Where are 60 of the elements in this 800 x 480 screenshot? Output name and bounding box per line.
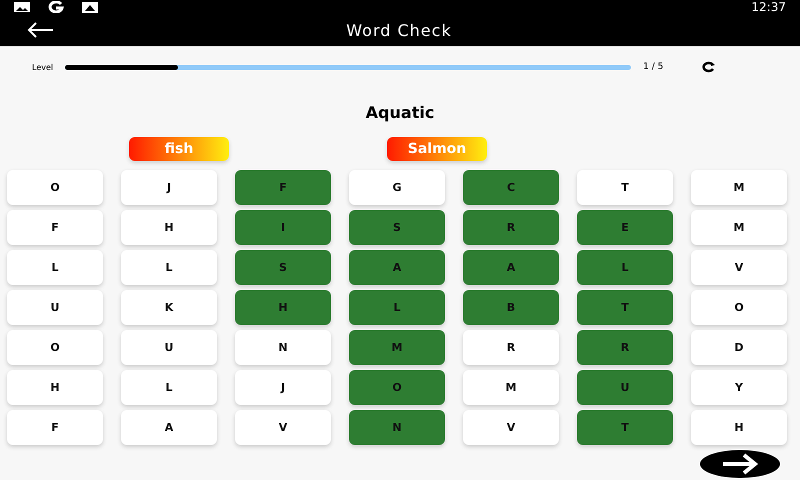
letter-tile[interactable]: U <box>121 330 217 365</box>
right-arrow-icon <box>720 453 760 475</box>
word-tag: fish <box>129 137 229 161</box>
letter-tile[interactable]: R <box>577 330 673 365</box>
level-label: Level <box>32 62 54 72</box>
letter-tile[interactable]: J <box>121 170 217 205</box>
letter-tile[interactable]: T <box>577 290 673 325</box>
letter-tile[interactable]: R <box>463 330 559 365</box>
letter-tile[interactable]: M <box>349 330 445 365</box>
letter-tile[interactable]: M <box>463 370 559 405</box>
letter-tile[interactable]: M <box>691 170 787 205</box>
letter-tile[interactable]: T <box>577 410 673 445</box>
word-tag: Salmon <box>387 137 487 161</box>
screen-title: Word Check <box>345 20 453 40</box>
letter-tile[interactable]: V <box>235 410 331 445</box>
letter-tile[interactable]: L <box>7 250 103 285</box>
letter-tile[interactable]: S <box>349 210 445 245</box>
letter-tile[interactable]: A <box>349 250 445 285</box>
letter-tile[interactable]: K <box>121 290 217 325</box>
letter-tile[interactable]: M <box>691 210 787 245</box>
letter-tile[interactable]: E <box>577 210 673 245</box>
letter-tile[interactable]: C <box>463 170 559 205</box>
letter-tile[interactable]: V <box>691 250 787 285</box>
letter-tile[interactable]: H <box>691 410 787 445</box>
category-title: Aquatic <box>364 103 436 124</box>
letter-tile[interactable]: H <box>121 210 217 245</box>
refresh-icon[interactable] <box>701 61 718 73</box>
back-arrow-icon[interactable] <box>26 22 54 38</box>
letter-tile[interactable]: I <box>235 210 331 245</box>
letter-tile[interactable]: U <box>577 370 673 405</box>
letter-tile[interactable]: L <box>121 370 217 405</box>
letter-tile[interactable]: T <box>577 170 673 205</box>
letter-tile[interactable]: B <box>463 290 559 325</box>
letter-tile[interactable]: O <box>349 370 445 405</box>
letter-tile[interactable]: D <box>691 330 787 365</box>
letter-tile[interactable]: L <box>121 250 217 285</box>
letter-tile[interactable]: O <box>7 170 103 205</box>
clock-time: 12:37 <box>751 0 786 14</box>
letter-tile[interactable]: A <box>463 250 559 285</box>
g-letter-icon <box>48 1 64 13</box>
letter-tile[interactable]: N <box>349 410 445 445</box>
letter-tile[interactable]: Y <box>691 370 787 405</box>
letter-tile[interactable]: H <box>7 370 103 405</box>
letter-tile[interactable]: V <box>463 410 559 445</box>
letter-tile[interactable]: L <box>349 290 445 325</box>
letter-tile[interactable]: A <box>121 410 217 445</box>
letter-tile[interactable]: F <box>7 210 103 245</box>
letter-tile[interactable]: S <box>235 250 331 285</box>
letter-tile[interactable]: N <box>235 330 331 365</box>
letter-tile[interactable]: F <box>235 170 331 205</box>
letter-tile[interactable]: J <box>235 370 331 405</box>
letter-tile[interactable]: G <box>349 170 445 205</box>
letter-tile[interactable]: R <box>463 210 559 245</box>
level-count: 1 / 5 <box>643 62 664 72</box>
letter-tile[interactable]: L <box>577 250 673 285</box>
letter-tile[interactable]: H <box>235 290 331 325</box>
letter-tile[interactable]: O <box>691 290 787 325</box>
letter-tile[interactable]: O <box>7 330 103 365</box>
letter-tile[interactable]: U <box>7 290 103 325</box>
letter-tile[interactable]: F <box>7 410 103 445</box>
